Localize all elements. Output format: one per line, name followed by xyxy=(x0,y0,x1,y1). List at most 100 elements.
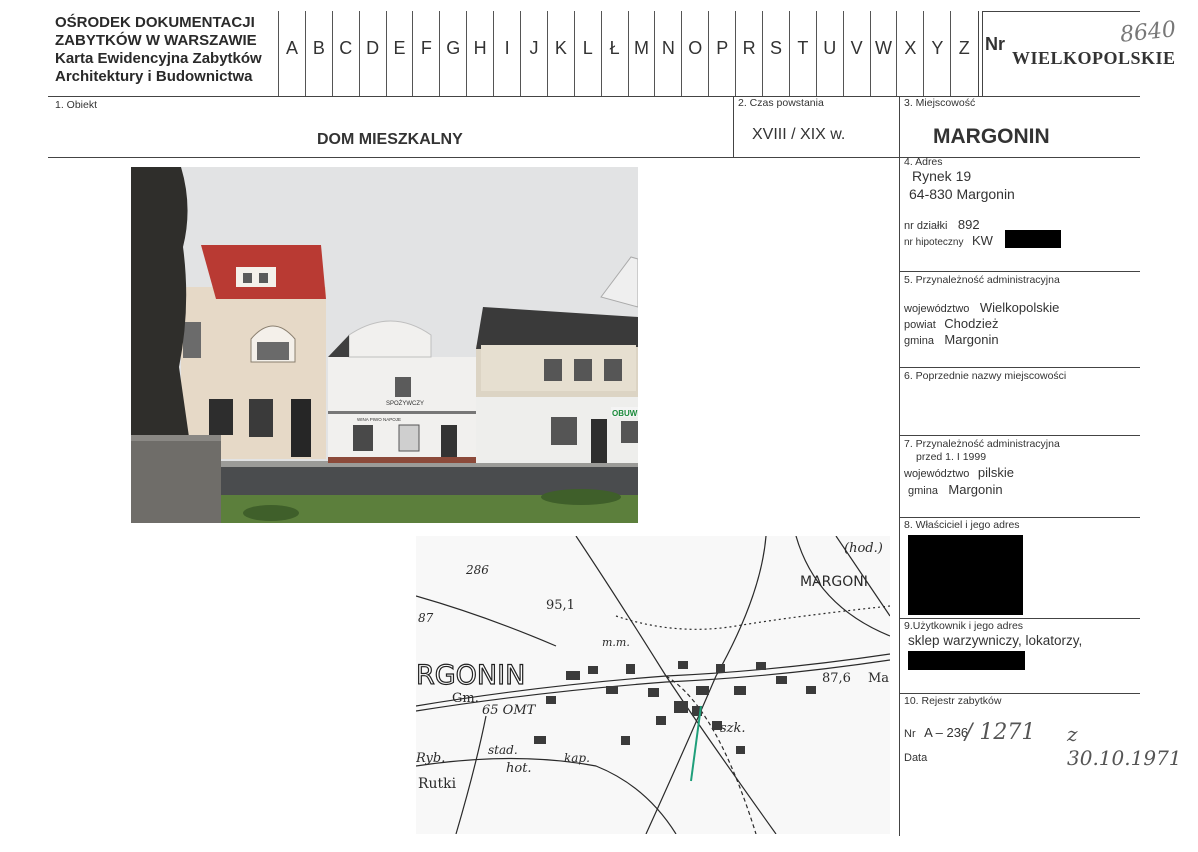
plot-value: 892 xyxy=(957,217,980,232)
nr-label: Nr xyxy=(985,34,1006,54)
index-letter: L xyxy=(573,11,601,97)
building-photo: SPOŻYWCZY WINA PIWO NAPOJE OBUWIE xyxy=(131,167,638,523)
index-letter: O xyxy=(681,11,708,97)
prev-voivodeship-label: województwo xyxy=(904,468,970,480)
index-letter: G xyxy=(439,11,466,97)
field-5-label: 5. Przynależność administracyjna xyxy=(904,274,1060,286)
index-letter: Ł xyxy=(600,11,628,97)
map-label: Gm. xyxy=(452,691,479,706)
prev-commune-label: gmina xyxy=(908,485,938,497)
map-label: m.m. xyxy=(602,636,630,649)
index-letter: V xyxy=(842,11,870,97)
register-date-handwritten: z 30.10.1971 xyxy=(1067,722,1182,770)
register-date-label: Data xyxy=(904,752,928,764)
index-letter: P xyxy=(708,11,735,97)
voivodeship-value: Wielkopolskie xyxy=(979,300,1060,315)
field-7-label: 7. Przynależność administracyjna xyxy=(904,438,1060,450)
index-letter: M xyxy=(627,11,655,97)
address-street: Rynek 19 xyxy=(912,168,972,184)
register-nr-value: A – 236 xyxy=(924,725,969,740)
divider xyxy=(899,435,1140,436)
register-nr-label: Nr xyxy=(904,728,916,740)
org-line-1: OŚRODEK DOKUMENTACJI xyxy=(55,14,255,31)
user-value: sklep warzywniczy, lokatorzy, xyxy=(908,633,1083,648)
org-line-3: Karta Ewidencyjna Zabytków xyxy=(55,50,262,67)
commune-value: Margonin xyxy=(944,332,999,347)
organization-header: OŚRODEK DOKUMENTACJI ZABYTKÓW W WARSZAWI… xyxy=(55,14,262,86)
prev-commune-value: Margonin xyxy=(948,482,1003,497)
shop-sign: SPOŻYWCZY xyxy=(386,400,424,407)
field-4-label: 4. Adres xyxy=(904,156,943,168)
org-line-2: ZABYTKÓW W WARSZAWIE xyxy=(55,32,257,49)
commune-label: gmina xyxy=(904,335,934,347)
field-10-label: 10. Rejestr zabytków xyxy=(904,695,1002,707)
index-letter: F xyxy=(412,11,439,97)
region-stamp: WIELKOPOLSKIE xyxy=(1012,48,1176,68)
county-label: powiat xyxy=(904,319,936,331)
register-row: Nr A – 236 xyxy=(904,724,968,742)
divider xyxy=(899,517,1140,518)
divider xyxy=(48,157,1140,158)
divider xyxy=(899,96,900,836)
shop-sign-shoes: OBUWIE xyxy=(612,409,638,418)
field-9-label: 9.Użytkownik i jego adres xyxy=(904,620,1024,632)
divider xyxy=(733,96,734,157)
map-label: Ma xyxy=(868,671,889,686)
admin-commune-row: gmina Margonin xyxy=(904,331,999,349)
index-letter: Z xyxy=(950,11,977,97)
address-postal: 64-830 Margonin xyxy=(909,186,1015,202)
divider xyxy=(899,271,1140,272)
map-label: RGONIN xyxy=(416,660,525,691)
mortgage-row: nr hipoteczny KW xyxy=(904,232,993,250)
map-label: Ryb. xyxy=(416,751,445,766)
field-6-label: 6. Poprzednie nazwy miejscowości xyxy=(904,370,1067,382)
mortgage-value: KW xyxy=(971,233,993,248)
redacted-user xyxy=(908,651,1025,670)
index-letter: U xyxy=(815,11,843,97)
map-label: 65 OMT xyxy=(482,703,537,718)
index-letter: R xyxy=(735,11,762,97)
card-number: 8640 xyxy=(1118,17,1178,48)
mortgage-label: nr hipoteczny xyxy=(904,237,964,248)
index-letter: A xyxy=(278,11,305,97)
field-1-label: 1. Obiekt xyxy=(55,99,98,111)
index-letter: B xyxy=(304,11,332,97)
map-label: 87,6 xyxy=(822,671,851,686)
index-letter: H xyxy=(466,11,493,97)
field-7-sub: przed 1. I 1999 xyxy=(916,451,987,463)
register-handwritten: / 1271 xyxy=(965,720,1036,745)
map-label: Rutki xyxy=(418,776,457,792)
location-map: 286 (hod.) MARGONI 95,1 87 m.m. RGONIN G… xyxy=(416,536,890,834)
divider xyxy=(899,367,1140,368)
index-letter: K xyxy=(546,11,574,97)
locality: MARGONIN xyxy=(933,125,1050,148)
divider xyxy=(982,11,983,97)
index-letter: X xyxy=(896,11,923,97)
map-drawing: 286 (hod.) MARGONI 95,1 87 m.m. RGONIN G… xyxy=(416,536,890,834)
map-label: hot. xyxy=(506,761,532,776)
field-3-label: 3. Miejscowość xyxy=(904,97,976,109)
voivodeship-label: województwo xyxy=(904,303,970,315)
index-letter: C xyxy=(331,11,359,97)
map-label: szk. xyxy=(720,721,746,736)
county-value: Chodzież xyxy=(944,316,999,331)
index-letter: E xyxy=(385,11,413,97)
field-2-label: 2. Czas powstania xyxy=(738,97,824,109)
divider xyxy=(978,11,979,97)
index-letter: J xyxy=(520,11,547,97)
divider xyxy=(982,11,1140,12)
divider xyxy=(48,96,1140,97)
map-label: 95,1 xyxy=(546,598,575,613)
index-letter: T xyxy=(788,11,816,97)
map-label: stad. xyxy=(488,743,518,757)
prev-voivodeship-row: województwo pilskie xyxy=(904,464,1014,482)
construction-period: XVIII / XIX w. xyxy=(752,126,846,143)
redacted-owner xyxy=(908,535,1023,615)
index-letter: W xyxy=(869,11,897,97)
redacted-block xyxy=(1005,230,1061,248)
map-label: 286 xyxy=(465,563,489,577)
plot-label: nr działki xyxy=(904,220,948,232)
index-letter: Y xyxy=(923,11,950,97)
index-letter: I xyxy=(493,11,520,97)
shop-sign-secondary: WINA PIWO NAPOJE xyxy=(357,417,401,422)
